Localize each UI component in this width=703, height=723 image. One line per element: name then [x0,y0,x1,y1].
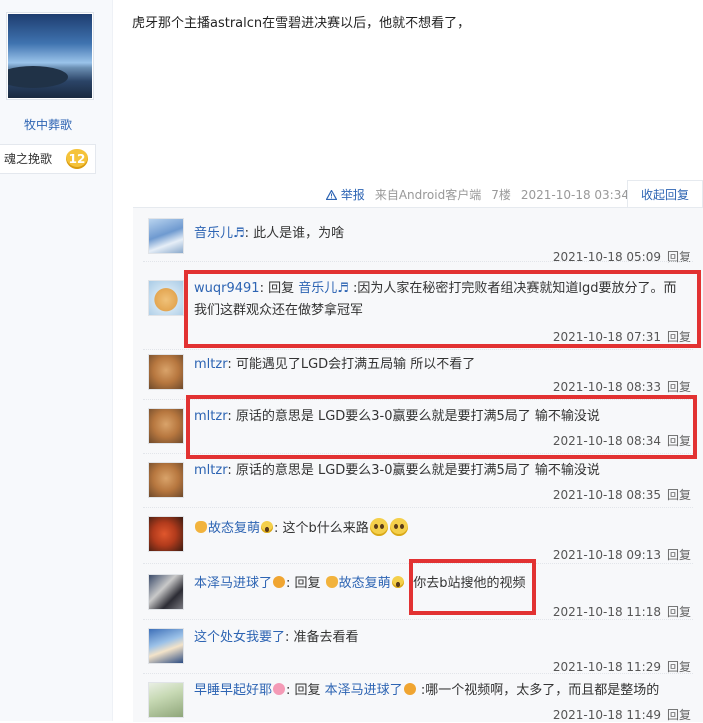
list-item: 音乐儿♬: 此人是谁，为啥 2021-10-18 05:09 回复 [133,208,703,264]
post-content: 虎牙那个主播astralcn在雪碧进决赛以后，他就不想看了， [132,16,471,31]
reply-username[interactable]: mltzr [194,357,227,372]
reply-username[interactable]: 这个处女我要了 [194,630,285,645]
author-sidebar: 牧中葬歌 魂之挽歌 12 [0,0,113,721]
reply-text: : 此人是谁，为啥 [244,226,345,241]
smile-emoji-icon [261,521,274,533]
reply-target-user[interactable]: 音乐儿♬ [298,281,349,296]
reply-text: : 原话的意思是 LGD要么3-0赢要么就是要打满5局了 输不输没说 [227,409,600,424]
reply-time: 2021-10-18 11:49 [552,708,661,722]
list-item: 故态复萌 : 这个b什么来路 2021-10-18 09:13 回复 [133,508,703,564]
reply-button[interactable]: 回复 [667,488,691,502]
level-badge-icon: 12 [66,149,88,169]
reply-button[interactable]: 回复 [667,380,691,394]
reply-time: 2021-10-18 08:34 [552,434,661,448]
post-time: 2021-10-18 03:34 [520,187,629,202]
pleading-emoji-icon [369,518,388,536]
reply-target-user[interactable]: 故态复萌 [339,576,391,591]
avatar[interactable] [148,408,184,444]
post-source: 来自Android客户端 [374,188,482,202]
reply-time: 2021-10-18 07:31 [552,330,661,344]
avatar[interactable] [148,574,184,610]
reply-username[interactable]: 本泽马进球了 [194,576,272,591]
reply-username[interactable]: 早睡早起好耶 [194,683,272,698]
reply-button[interactable]: 回复 [667,434,691,448]
avatar[interactable] [148,354,184,390]
warning-icon [325,189,338,201]
reply-target-user[interactable]: 本泽马进球了 [325,683,403,698]
tiger-icon [403,683,416,695]
badge-text: 魂之挽歌 [4,152,53,166]
reply-username[interactable]: mltzr [194,409,227,424]
reply-text: : 这个b什么来路 [274,521,369,536]
reply-list: 音乐儿♬: 此人是谁，为啥 2021-10-18 05:09 回复 wuqr949… [133,207,703,722]
list-item: 这个处女我要了: 准备去看看 2021-10-18 11:29 回复 [133,620,703,674]
reply-button[interactable]: 回复 [667,660,691,674]
pig-icon [273,683,286,695]
list-item: wuqr9491: 回复 音乐儿♬ :因为人家在秘密打完败者组决赛就知道lgd要… [133,264,703,350]
reply-prefix: : 回复 [286,683,325,698]
reply-text: :你去b站搜他的视频 [404,576,526,591]
reply-text: : 原话的意思是 LGD要么3-0赢要么就是要打满5局了 输不输没说 [227,463,600,478]
avatar[interactable] [148,218,184,254]
avatar[interactable] [148,682,184,718]
list-item: mltzr: 可能遇见了LGD会打满五局输 所以不看了 2021-10-18 0… [133,350,703,400]
hand-icon [325,576,338,588]
reply-text: : 可能遇见了LGD会打满五局输 所以不看了 [227,357,476,372]
tiger-icon [273,576,286,588]
reply-text: :哪一个视频啊，太多了，而且都是整场的 [416,683,660,698]
reply-username[interactable]: 音乐儿♬ [194,226,245,241]
author-username[interactable]: 牧中葬歌 [0,116,96,133]
smile-emoji-icon [391,576,404,588]
pleading-emoji-icon [389,518,408,536]
reply-time: 2021-10-18 11:29 [552,660,661,674]
post-meta: 举报 来自Android客户端 7楼 2021-10-18 03:34 [325,186,629,203]
reply-time: 2021-10-18 11:18 [552,605,661,619]
list-item: mltzr: 原话的意思是 LGD要么3-0赢要么就是要打满5局了 输不输没说 … [133,454,703,508]
collapse-replies-button[interactable]: 收起回复 [627,180,703,208]
reply-username[interactable]: wuqr9491 [194,281,260,296]
reply-username[interactable]: mltzr [194,463,227,478]
reply-button[interactable]: 回复 [667,548,691,562]
reply-time: 2021-10-18 08:33 [552,380,661,394]
avatar[interactable] [148,628,184,664]
reply-prefix: : 回复 [259,281,299,296]
reply-time: 2021-10-18 08:35 [552,488,661,502]
list-item: 本泽马进球了 : 回复 故态复萌 :你去b站搜他的视频 2021-10-18 11… [133,564,703,620]
reply-text: : 准备去看看 [285,630,359,645]
member-badge[interactable]: 魂之挽歌 12 [0,144,96,174]
list-item: mltzr: 原话的意思是 LGD要么3-0赢要么就是要打满5局了 输不输没说 … [133,400,703,454]
author-avatar[interactable] [6,12,94,100]
hand-icon [195,521,207,533]
reply-time: 2021-10-18 09:13 [552,548,661,562]
report-link[interactable]: 举报 [325,186,365,203]
avatar[interactable] [148,462,184,498]
list-item: 早睡早起好耶 : 回复 本泽马进球了 :哪一个视频啊，太多了，而且都是整场的 20… [133,674,703,722]
avatar[interactable] [148,280,184,316]
reply-username[interactable]: 故态复萌 [208,521,260,536]
reply-button[interactable]: 回复 [667,605,691,619]
reply-button[interactable]: 回复 [667,330,691,344]
reply-button[interactable]: 回复 [667,708,691,722]
avatar[interactable] [148,516,184,552]
reply-prefix: : 回复 [286,576,325,591]
post-floor: 7楼 [491,188,511,202]
